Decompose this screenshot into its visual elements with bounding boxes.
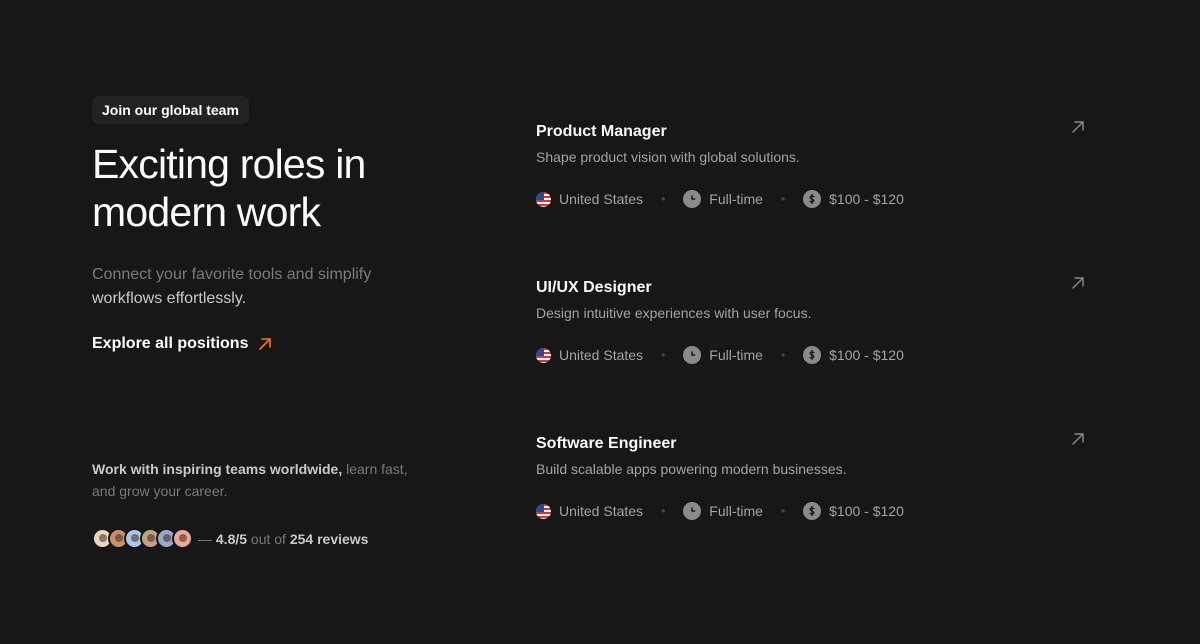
reviews-count: 254 reviews bbox=[289, 530, 369, 547]
type-label: Full-time bbox=[709, 503, 763, 519]
job-card[interactable]: Software Engineer Build scalable apps po… bbox=[536, 431, 1086, 590]
reviews-summary: — 4.8/5 out of 254 reviews bbox=[198, 531, 368, 547]
headline-line-2: modern work bbox=[92, 189, 321, 235]
job-card[interactable]: Product Manager Shape product vision wit… bbox=[536, 119, 1086, 278]
job-title: Product Manager bbox=[536, 123, 667, 140]
job-meta: United States • Full-time • $100 - $120 bbox=[536, 502, 1086, 520]
salary-label: $100 - $120 bbox=[829, 347, 904, 363]
job-list: Product Manager Shape product vision wit… bbox=[536, 119, 1086, 590]
rating-value: 4.8/5 bbox=[215, 530, 248, 547]
location-label: United States bbox=[559, 503, 644, 519]
reviews-row: — 4.8/5 out of 254 reviews bbox=[92, 528, 422, 549]
teams-text-highlight: Work with inspiring teams worldwide, bbox=[92, 461, 343, 477]
reviews-dash: — bbox=[198, 530, 212, 547]
subtitle-part-1: Connect your favorite tools and simplify bbox=[92, 266, 372, 283]
arrow-up-right-icon[interactable] bbox=[1070, 275, 1086, 291]
job-description: Design intuitive experiences with user f… bbox=[536, 305, 812, 321]
arrow-up-right-icon[interactable] bbox=[1070, 119, 1086, 135]
avatar-group bbox=[92, 528, 193, 549]
job-card[interactable]: UI/UX Designer Design intuitive experien… bbox=[536, 275, 1086, 434]
location-label: United States bbox=[559, 347, 644, 363]
job-type: Full-time bbox=[683, 502, 763, 520]
hero-section: Join our global team Exciting roles in m… bbox=[92, 96, 432, 353]
social-proof: Work with inspiring teams worldwide, lea… bbox=[92, 458, 422, 549]
arrow-up-right-icon bbox=[259, 338, 272, 350]
clock-icon bbox=[683, 346, 702, 364]
job-location: United States bbox=[536, 503, 643, 519]
salary-label: $100 - $120 bbox=[829, 191, 904, 207]
subtitle-part-2: workflows effortlessly. bbox=[92, 290, 247, 307]
type-label: Full-time bbox=[709, 347, 763, 363]
salary-label: $100 - $120 bbox=[829, 503, 904, 519]
job-location: United States bbox=[536, 191, 643, 207]
dollar-icon bbox=[803, 346, 822, 364]
explore-positions-link[interactable]: Explore all positions bbox=[92, 335, 272, 353]
job-type: Full-time bbox=[683, 190, 763, 208]
separator-dot: • bbox=[661, 348, 666, 362]
rating-out-of: out of bbox=[247, 530, 290, 547]
separator-dot: • bbox=[780, 192, 786, 206]
job-salary: $100 - $120 bbox=[803, 190, 904, 208]
explore-label: Explore all positions bbox=[92, 335, 249, 352]
job-title: Software Engineer bbox=[536, 435, 677, 452]
type-label: Full-time bbox=[709, 191, 763, 207]
us-flag-icon bbox=[536, 347, 551, 363]
separator-dot: • bbox=[661, 504, 666, 518]
job-meta: United States • Full-time • $100 - $120 bbox=[536, 190, 1086, 208]
job-description: Shape product vision with global solutio… bbox=[536, 149, 800, 165]
page-title: Exciting roles in modern work bbox=[92, 140, 432, 236]
clock-icon bbox=[683, 190, 702, 208]
separator-dot: • bbox=[661, 192, 666, 206]
job-description: Build scalable apps powering modern busi… bbox=[536, 461, 847, 477]
job-salary: $100 - $120 bbox=[803, 346, 904, 364]
job-salary: $100 - $120 bbox=[803, 502, 904, 520]
separator-dot: • bbox=[780, 348, 786, 362]
headline-line-1: Exciting roles in bbox=[92, 141, 366, 187]
us-flag-icon bbox=[536, 191, 551, 207]
arrow-up-right-icon[interactable] bbox=[1070, 431, 1086, 447]
separator-dot: • bbox=[780, 504, 786, 518]
job-title: UI/UX Designer bbox=[536, 279, 652, 296]
avatar bbox=[172, 528, 193, 549]
location-label: United States bbox=[559, 191, 644, 207]
hero-subtitle: Connect your favorite tools and simplify… bbox=[92, 263, 432, 311]
team-badge: Join our global team bbox=[92, 96, 249, 124]
job-meta: United States • Full-time • $100 - $120 bbox=[536, 346, 1086, 364]
clock-icon bbox=[683, 502, 702, 520]
dollar-icon bbox=[803, 502, 822, 520]
job-location: United States bbox=[536, 347, 643, 363]
us-flag-icon bbox=[536, 503, 551, 519]
dollar-icon bbox=[803, 190, 822, 208]
job-type: Full-time bbox=[683, 346, 763, 364]
teams-text: Work with inspiring teams worldwide, lea… bbox=[92, 458, 422, 502]
